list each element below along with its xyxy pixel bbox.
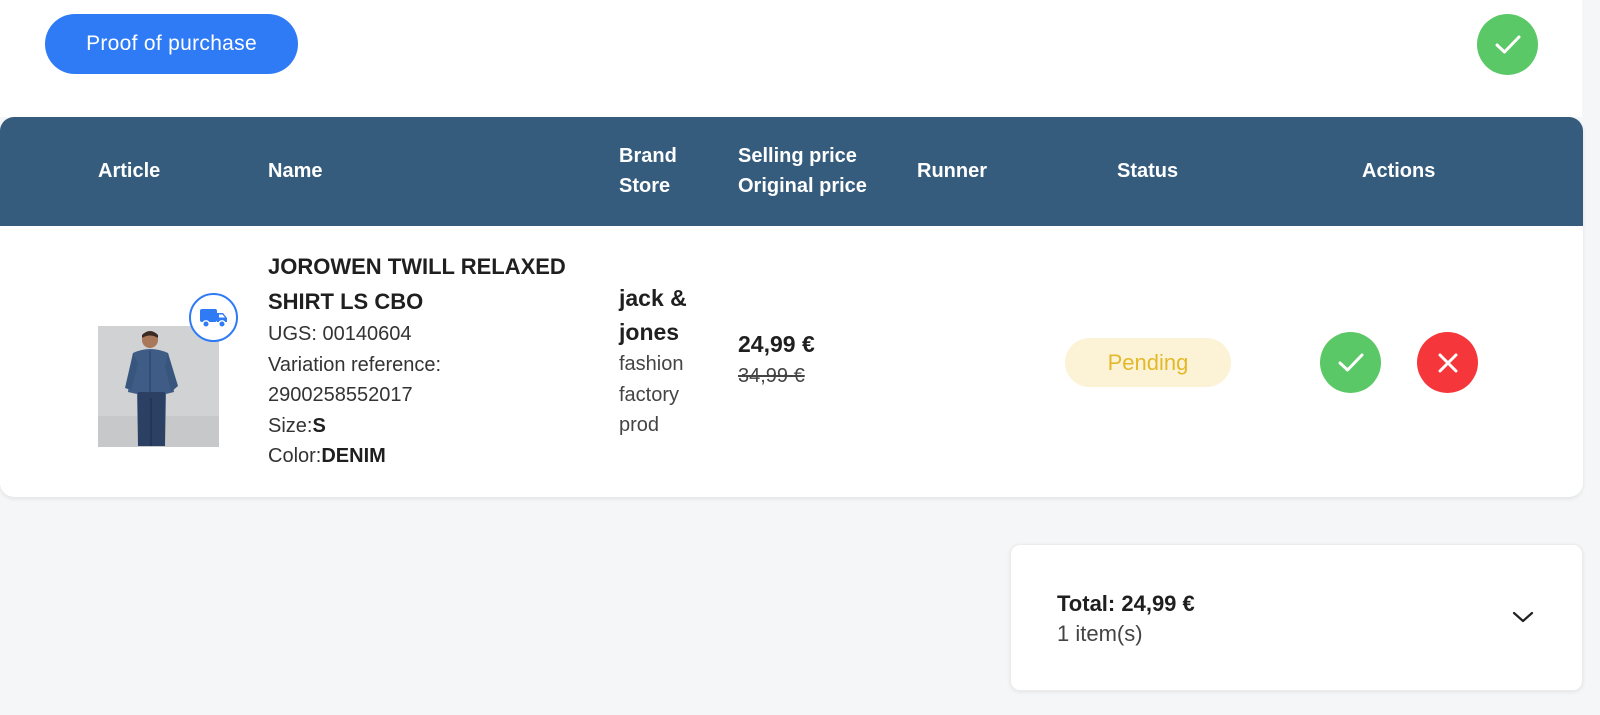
brand-name: jack & jones	[619, 285, 687, 345]
brand-store-cell: jack & jones fashion factory prod	[619, 281, 714, 441]
price-cell: 24,99 € 34,99 €	[738, 326, 815, 390]
product-color: Color:DENIM	[268, 441, 588, 472]
chevron-down-icon	[1512, 611, 1534, 623]
color-label: Color:	[268, 445, 322, 467]
variation-reference-label: Variation reference:	[268, 353, 442, 376]
size-value: S	[312, 414, 326, 437]
selling-price: 24,99 €	[738, 331, 815, 357]
product-title: JOROWEN TWILL RELAXED SHIRT LS CBO	[268, 254, 566, 314]
item-count: 1 item(s)	[1057, 621, 1143, 646]
proof-of-purchase-button[interactable]: Proof of purchase	[45, 14, 298, 74]
confirm-order-button[interactable]	[1477, 14, 1538, 75]
column-header-brand-store: Brand Store	[619, 141, 677, 201]
column-header-brand: Brand	[619, 145, 677, 167]
column-header-selling-price: Selling price	[738, 145, 857, 167]
top-toolbar: Proof of purchase	[0, 0, 1582, 117]
size-label: Size:	[268, 414, 313, 437]
column-header-name: Name	[268, 160, 323, 182]
column-header-original-price: Original price	[738, 175, 867, 197]
product-details: JOROWEN TWILL RELAXED SHIRT LS CBO UGS: …	[268, 249, 588, 472]
table-header: Article Name Brand Store Selling price O…	[0, 117, 1583, 226]
column-header-status: Status	[1117, 160, 1179, 182]
check-icon	[1338, 353, 1363, 371]
product-image[interactable]	[98, 326, 219, 447]
column-header-store: Store	[619, 175, 671, 197]
column-header-prices: Selling price Original price	[738, 141, 867, 201]
accept-item-button[interactable]	[1320, 332, 1381, 393]
product-size: Size:S	[268, 411, 588, 442]
color-value: DENIM	[321, 445, 386, 467]
original-price: 34,99 €	[738, 365, 805, 387]
status-badge: Pending	[1065, 338, 1231, 387]
order-summary: Total: 24,99 € 1 item(s)	[1010, 544, 1583, 691]
order-total: Total: 24,99 €	[1057, 591, 1195, 616]
close-icon	[1438, 353, 1457, 372]
column-header-actions: Actions	[1362, 160, 1436, 182]
truck-icon	[199, 308, 227, 328]
variation-reference-value: 2900258552017	[268, 384, 413, 406]
order-items-table: Article Name Brand Store Selling price O…	[0, 117, 1583, 497]
table-row: JOROWEN TWILL RELAXED SHIRT LS CBO UGS: …	[0, 226, 1583, 497]
reject-item-button[interactable]	[1417, 332, 1478, 393]
delivery-indicator	[189, 293, 238, 342]
store-name: fashion factory prod	[619, 353, 684, 436]
column-header-runner: Runner	[917, 160, 987, 182]
expand-summary-toggle[interactable]	[1508, 602, 1538, 632]
check-icon	[1495, 35, 1520, 53]
column-header-article: Article	[98, 160, 161, 182]
product-photo	[98, 326, 219, 447]
product-ugs: UGS: 00140604	[268, 323, 412, 345]
